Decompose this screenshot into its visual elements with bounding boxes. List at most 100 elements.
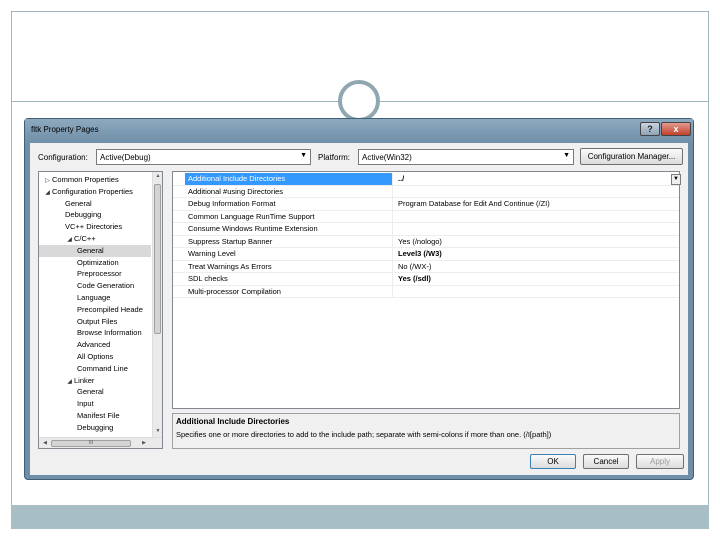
tree-item[interactable]: VC++ Directories — [39, 221, 151, 233]
tree-item[interactable]: Command Line — [39, 363, 151, 375]
cancel-button[interactable]: Cancel — [583, 454, 629, 469]
property-name: Multi-processor Compilation — [185, 285, 393, 298]
property-value[interactable]: No (/WX-) — [396, 261, 676, 273]
tree-item-label: Command Line — [77, 363, 128, 373]
platform-value: Active(Win32) — [362, 153, 412, 162]
collapse-icon[interactable]: ◢ — [65, 235, 74, 245]
property-row[interactable]: Additional Include Directories ../▼ — [173, 173, 681, 186]
property-name: Warning Level — [185, 248, 393, 260]
tree-item-label: Input — [77, 399, 94, 409]
property-pages-window: fltk Property Pages ? x Configuration: A… — [24, 118, 694, 480]
tree-item[interactable]: Optimization — [39, 257, 151, 269]
tree-item-label: Output Files — [77, 316, 118, 326]
tree-item-label: General — [77, 387, 104, 397]
tree-item[interactable]: ◢ Configuration Properties — [39, 186, 151, 198]
expand-icon[interactable]: ▷ — [43, 176, 52, 186]
tree-item[interactable]: Code Generation — [39, 280, 151, 292]
description-panel: Additional Include Directories Specifies… — [172, 413, 680, 449]
chevron-down-icon[interactable]: ▼ — [671, 174, 681, 185]
property-value[interactable] — [396, 211, 676, 223]
tree-item-label: Browse Information — [77, 328, 142, 338]
tree-item-label: Language — [77, 292, 111, 302]
tree-item[interactable]: General — [39, 386, 151, 398]
property-value[interactable]: Program Database for Edit And Continue (… — [396, 198, 676, 210]
property-value[interactable] — [396, 186, 676, 198]
tree-item[interactable]: General — [39, 244, 151, 257]
property-name: Common Language RunTime Support — [185, 210, 393, 223]
tree-vertical-thumb[interactable] — [154, 184, 161, 334]
tree-item[interactable]: Output Files — [39, 316, 151, 328]
collapse-icon[interactable]: ◢ — [43, 188, 52, 198]
configuration-row: Configuration: Active(Debug) ▼ Platform:… — [30, 147, 688, 167]
window-title: fltk Property Pages — [31, 125, 99, 134]
scroll-down-icon[interactable]: ▼ — [153, 428, 162, 434]
title-bar[interactable]: fltk Property Pages ? x — [25, 119, 693, 143]
description-title: Additional Include Directories — [176, 417, 290, 426]
tree-item[interactable]: Advanced — [39, 339, 151, 351]
configuration-select[interactable]: Active(Debug) ▼ — [96, 149, 311, 165]
close-button[interactable]: x — [661, 122, 691, 136]
property-value[interactable]: ../ — [396, 173, 676, 185]
property-row[interactable]: Additional #using Directories — [173, 185, 679, 198]
tree-item[interactable]: ◢ Linker — [39, 375, 151, 387]
property-row[interactable]: Consume Windows Runtime Extension — [173, 223, 679, 236]
tree-item[interactable]: Language — [39, 292, 151, 304]
property-name: Consume Windows Runtime Extension — [185, 223, 393, 235]
tree-item-label: C/C++ — [74, 233, 96, 243]
tree-item[interactable]: Browse Information — [39, 327, 151, 339]
tree-list: ▷ Common Properties ◢ Configuration Propert… — [39, 174, 151, 434]
scroll-up-icon[interactable]: ▲ — [153, 173, 162, 179]
property-row[interactable]: Common Language RunTime Support — [173, 210, 679, 223]
property-name: Treat Warnings As Errors — [185, 260, 393, 273]
dialog-client: Configuration: Active(Debug) ▼ Platform:… — [30, 143, 688, 475]
tree-item[interactable]: ▷ Common Properties — [39, 174, 151, 186]
property-name: Additional #using Directories — [185, 185, 393, 198]
scroll-right-icon[interactable]: ▶ — [139, 440, 149, 446]
property-value[interactable]: Yes (/sdl) — [396, 273, 676, 285]
tree-item[interactable]: Debugging — [39, 209, 151, 221]
scroll-left-icon[interactable]: ◀ — [40, 440, 50, 446]
apply-button[interactable]: Apply — [636, 454, 684, 469]
property-row[interactable]: SDL checks Yes (/sdl) — [173, 273, 679, 286]
configuration-label: Configuration: — [38, 153, 88, 162]
platform-label: Platform: — [318, 153, 351, 162]
platform-select[interactable]: Active(Win32) ▼ — [358, 149, 574, 165]
help-button[interactable]: ? — [640, 122, 660, 136]
chevron-down-icon: ▼ — [300, 152, 307, 159]
tree-horizontal-scrollbar[interactable]: ◀ III ▶ — [39, 437, 162, 448]
tree-item[interactable]: Manifest File — [39, 410, 151, 422]
tree-item-label: Manifest File — [77, 410, 120, 420]
tree-item-label: All Options — [77, 351, 114, 361]
property-grid[interactable]: Additional Include Directories ../▼ Additi… — [172, 171, 681, 409]
tree-item-label: Precompiled Heade — [77, 304, 143, 314]
tree-item[interactable]: Precompiled Heade — [39, 304, 151, 316]
collapse-icon[interactable]: ◢ — [65, 377, 74, 387]
tree-item-label: Optimization — [77, 257, 119, 267]
tree-item-label: General — [65, 198, 92, 208]
property-row[interactable]: Debug Information Format Program Database… — [173, 198, 679, 211]
tree-horizontal-thumb[interactable]: III — [51, 440, 131, 447]
property-name: SDL checks — [185, 273, 393, 285]
tree-item[interactable]: General — [39, 198, 151, 210]
tree-item-label: Common Properties — [52, 175, 119, 184]
property-tree[interactable]: ▷ Common Properties ◢ Configuration Propert… — [38, 171, 163, 449]
tree-item[interactable]: Input — [39, 398, 151, 410]
slide-footer-bar — [11, 505, 709, 529]
tree-vertical-scrollbar[interactable]: ▲ ▼ — [152, 172, 162, 437]
property-value[interactable] — [396, 286, 676, 298]
property-row[interactable]: Treat Warnings As Errors No (/WX-) — [173, 260, 679, 273]
tree-item[interactable]: All Options — [39, 351, 151, 363]
ok-button[interactable]: OK — [530, 454, 576, 469]
configuration-manager-button[interactable]: Configuration Manager... — [580, 148, 683, 165]
property-value[interactable]: Level3 (/W3) — [396, 248, 676, 260]
property-row[interactable]: Warning Level Level3 (/W3) — [173, 248, 679, 261]
property-row[interactable]: Suppress Startup Banner Yes (/nologo) — [173, 235, 679, 248]
tree-item[interactable]: ◢ C/C++ — [39, 233, 151, 245]
tree-item-label: Linker — [74, 375, 95, 385]
tree-item[interactable]: Debugging — [39, 422, 151, 434]
chevron-down-icon: ▼ — [563, 152, 570, 159]
property-value[interactable]: Yes (/nologo) — [396, 236, 676, 248]
property-row[interactable]: Multi-processor Compilation — [173, 285, 679, 298]
property-value[interactable] — [396, 223, 676, 235]
tree-item[interactable]: Preprocessor — [39, 268, 151, 280]
